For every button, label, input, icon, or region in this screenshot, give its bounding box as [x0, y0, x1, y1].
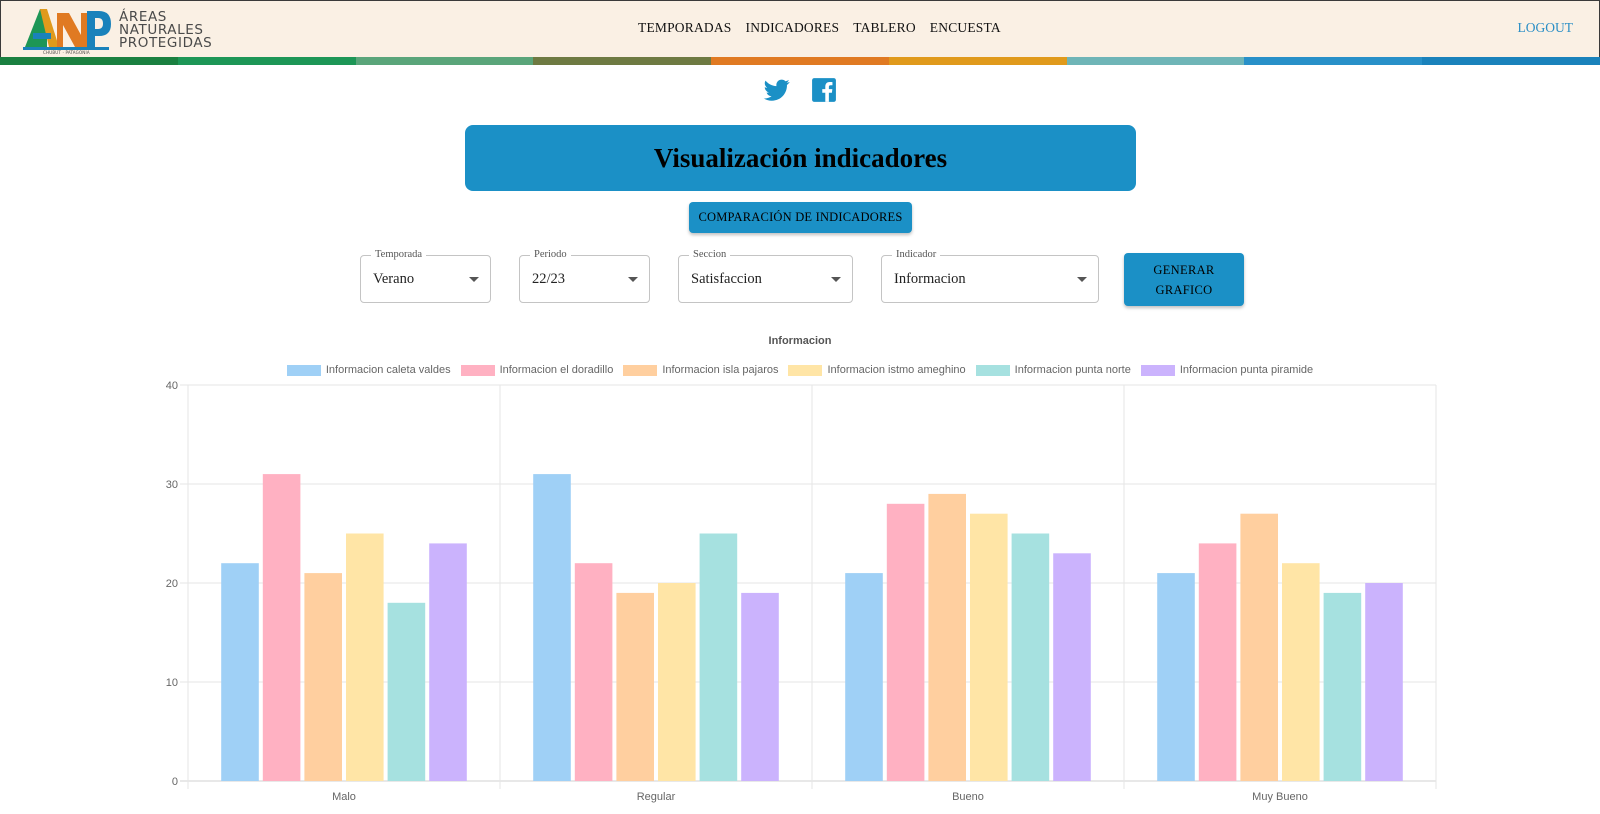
bar [346, 533, 384, 781]
indicador-label: Indicador [892, 249, 941, 260]
y-tick-label: 20 [166, 578, 178, 590]
seccion-select[interactable]: Seccion Satisfaccion [678, 249, 853, 303]
stripe-segment [355, 57, 534, 65]
chart-title: Informacion [768, 335, 832, 347]
bar [741, 592, 779, 781]
temporada-value: Verano [373, 271, 415, 287]
temporada-select[interactable]: Temporada Verano [360, 249, 491, 303]
bar [845, 573, 883, 781]
bar [658, 583, 696, 781]
bar [1240, 513, 1278, 781]
stripe-segment [177, 57, 356, 65]
social-links [763, 77, 839, 103]
bar [221, 563, 259, 781]
x-tick-label: Malo [332, 791, 356, 803]
twitter-icon[interactable] [763, 77, 791, 103]
nav-temporadas[interactable]: TEMPORADAS [638, 20, 732, 36]
facebook-icon[interactable] [811, 77, 839, 103]
anp-logo-mark [23, 9, 111, 50]
bar [699, 533, 738, 781]
bar [1282, 563, 1320, 781]
main-nav: TEMPORADAS INDICADORES TABLERO ENCUESTA [638, 20, 1001, 36]
logo-tagline: CHUBUT · PATAGONIA [43, 50, 90, 55]
bar [1157, 573, 1195, 781]
bar [886, 503, 925, 781]
y-tick-label: 40 [166, 380, 178, 392]
nav-encuesta[interactable]: ENCUESTA [930, 20, 1001, 36]
stripe-segment [1244, 57, 1423, 65]
bar [304, 573, 342, 781]
x-tick-label: Regular [637, 791, 676, 803]
generate-chart-button[interactable]: GENERAR GRAFICO [1124, 253, 1244, 306]
bar [1323, 592, 1362, 781]
logout-link[interactable]: LOGOUT [1518, 20, 1574, 36]
indicador-value: Informacion [894, 271, 966, 287]
y-tick-label: 0 [172, 776, 178, 788]
chevron-down-icon [1077, 277, 1087, 282]
periodo-label: Periodo [530, 249, 571, 260]
bar [1198, 543, 1237, 781]
temporada-label: Temporada [371, 249, 427, 260]
bar [262, 474, 301, 781]
stripe-segment [711, 57, 889, 65]
stripe-segment [1422, 57, 1600, 65]
stripe-segment [533, 57, 712, 65]
top-navbar: CHUBUT · PATAGONIA ÁREAS NATURALES PROTE… [0, 0, 1600, 57]
bar [574, 563, 613, 781]
chevron-down-icon [469, 277, 479, 282]
seccion-value: Satisfaccion [691, 271, 762, 287]
page-title-banner: Visualización indicadores [465, 125, 1136, 191]
bar-chart: 0 10 20 30 40 Malo Regular Bueno Muy Bueno [166, 380, 1437, 803]
indicador-select[interactable]: Indicador Informacion [881, 249, 1099, 303]
logo-wordmark: ÁREAS NATURALES PROTEGIDAS [119, 10, 213, 51]
generate-button-line: GENERAR [1153, 262, 1215, 277]
page-title: Visualización indicadores [653, 142, 948, 173]
logo-line: PROTEGIDAS [119, 35, 213, 51]
generate-button-line: GRAFICO [1155, 282, 1213, 297]
periodo-select[interactable]: Periodo 22/23 [519, 249, 650, 303]
bar [1053, 553, 1091, 781]
x-tick-label: Muy Bueno [1252, 791, 1308, 803]
bar [429, 543, 467, 781]
periodo-value: 22/23 [532, 271, 566, 287]
stripe-segment [888, 57, 1067, 65]
bar [533, 474, 571, 781]
color-stripe [0, 57, 1600, 65]
bar [1011, 533, 1050, 781]
chevron-down-icon [831, 277, 841, 282]
stripe-segment [0, 57, 178, 65]
bar [387, 602, 426, 781]
chevron-down-icon [628, 277, 638, 282]
y-tick-label: 30 [166, 479, 178, 491]
bar [928, 493, 966, 781]
bar [1365, 583, 1403, 781]
anp-logo[interactable]: CHUBUT · PATAGONIA ÁREAS NATURALES PROTE… [23, 5, 213, 55]
y-tick-label: 10 [166, 677, 178, 689]
nav-tablero[interactable]: TABLERO [853, 20, 916, 36]
bar [616, 592, 654, 781]
stripe-segment [1066, 57, 1245, 65]
seccion-label: Seccion [689, 249, 731, 260]
compare-indicators-button[interactable]: COMPARACIÓN DE INDICADORES [689, 202, 912, 233]
bar [970, 513, 1008, 781]
x-tick-label: Bueno [952, 791, 984, 803]
nav-indicadores[interactable]: INDICADORES [746, 20, 840, 36]
